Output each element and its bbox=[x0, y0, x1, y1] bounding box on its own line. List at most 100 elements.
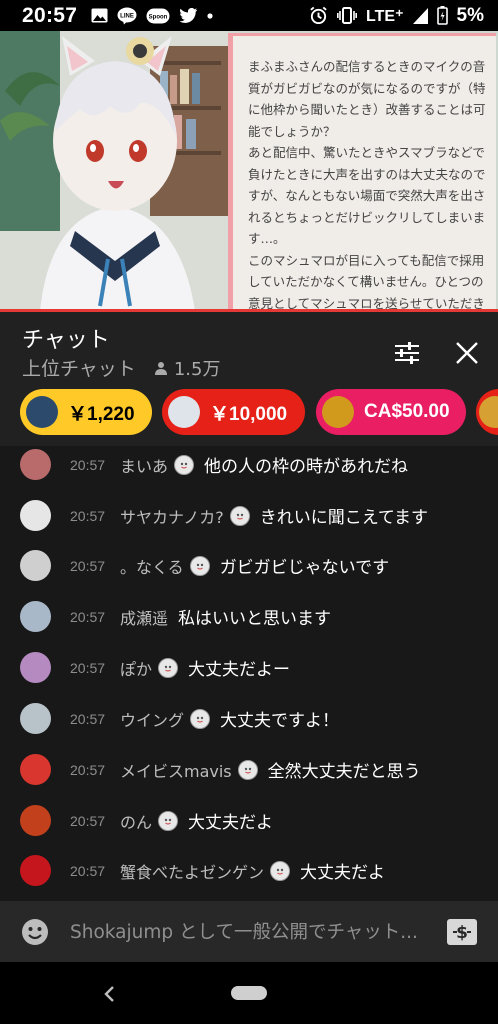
dollar-icon: $ bbox=[453, 923, 471, 942]
chat-timestamp: 20:57 bbox=[70, 761, 106, 778]
marshmallow-text: まふまふさんの配信するときのマイクの音質がガビガビなのが気になるのですが（特に他… bbox=[248, 59, 486, 309]
member-badge-icon bbox=[237, 759, 258, 780]
chat-timestamp: 20:57 bbox=[70, 456, 106, 473]
chat-avatar bbox=[20, 805, 51, 836]
emoji-button[interactable] bbox=[21, 918, 49, 946]
close-chat-button[interactable] bbox=[450, 336, 484, 370]
twitter-icon bbox=[179, 8, 198, 23]
chat-message: 大丈夫だよ bbox=[300, 863, 386, 883]
system-icons: LTE⁺ 5% bbox=[309, 5, 484, 27]
chat-row[interactable]: 20:57 ぽか 大丈夫だよー bbox=[0, 642, 498, 693]
chat-timestamp: 20:57 bbox=[70, 659, 106, 676]
battery-icon bbox=[436, 6, 448, 25]
chat-timestamp: 20:57 bbox=[70, 812, 106, 829]
chat-avatar bbox=[20, 652, 51, 683]
marshmallow-card: まふまふさんの配信するときのマイクの音質がガビガビなのが気になるのですが（特に他… bbox=[228, 33, 496, 309]
chat-author[interactable]: 蟹食べたよゼンゲン bbox=[120, 859, 264, 883]
chat-row[interactable]: 20:57 まいあ 他の人の枠の時があれだね bbox=[0, 446, 498, 490]
chat-avatar bbox=[20, 855, 51, 886]
chat-avatar bbox=[20, 601, 51, 632]
chat-row[interactable]: 20:57 サヤカナノカ? きれいに聞こえてます bbox=[0, 490, 498, 541]
chat-row[interactable]: 20:57 蟹食べたよゼンゲン 大丈夫だよ bbox=[0, 845, 498, 896]
chat-row[interactable]: 20:57 成瀬遥 私はいいと思います bbox=[0, 591, 498, 642]
chat-message: 他の人の枠の時があれだね bbox=[204, 457, 409, 477]
notification-icons: LINE Spoon bbox=[91, 7, 213, 25]
network-type: LTE⁺ bbox=[366, 7, 404, 25]
chat-message: 大丈夫ですよ！ bbox=[220, 711, 340, 731]
superchat-button[interactable]: $ bbox=[447, 919, 477, 945]
chat-message: きれいに聞こえてます bbox=[259, 508, 429, 528]
chat-title: チャット bbox=[22, 328, 110, 353]
chat-message: ガビガビじゃないです bbox=[219, 558, 390, 578]
chat-header: チャット 上位チャット 1.5万 bbox=[0, 312, 498, 388]
chat-author[interactable]: ぽか bbox=[120, 656, 152, 680]
chat-timestamp: 20:57 bbox=[70, 710, 106, 727]
member-badge-icon bbox=[158, 810, 179, 831]
chat-message: 大丈夫だよ bbox=[188, 813, 274, 833]
spoon-app-label: Spoon bbox=[149, 14, 168, 20]
chat-mode-label: 上位チャット bbox=[22, 358, 136, 380]
ticker-amount: ￥10,000 bbox=[210, 403, 288, 425]
chat-timestamp: 20:57 bbox=[70, 507, 106, 524]
chat-timestamp: 20:57 bbox=[70, 608, 106, 625]
signal-icon bbox=[412, 7, 428, 24]
ticker-amount: ￥1,220 bbox=[68, 403, 135, 425]
gallery-icon bbox=[91, 8, 108, 23]
chat-timestamp: 20:57 bbox=[70, 557, 106, 574]
chat-author[interactable]: 成瀬遥 bbox=[120, 605, 168, 629]
chat-row[interactable]: 20:57 ウイング 大丈夫ですよ！ bbox=[0, 693, 498, 744]
chat-message-list[interactable]: 20:57 まいあ 他の人の枠の時があれだね 20:57 サヤカナノカ? きれい… bbox=[0, 446, 498, 901]
member-badge-icon bbox=[229, 505, 250, 526]
chat-author[interactable]: まいあ bbox=[120, 453, 168, 477]
line-app-icon: LINE bbox=[117, 7, 137, 25]
chat-message: 全然大丈夫だと思う bbox=[267, 762, 421, 782]
close-icon bbox=[456, 342, 478, 364]
system-nav-bar bbox=[0, 962, 498, 1024]
home-pill-button[interactable] bbox=[231, 986, 267, 1000]
viewer-count: 1.5万 bbox=[154, 355, 220, 381]
ticker-avatar bbox=[26, 396, 58, 428]
member-badge-icon bbox=[174, 454, 195, 475]
vibrate-icon bbox=[337, 7, 358, 24]
ticker-item[interactable]: ￥1,220 bbox=[20, 389, 152, 435]
chat-author[interactable]: 。なくる bbox=[120, 554, 184, 578]
chat-avatar bbox=[20, 500, 51, 531]
video-player[interactable]: まふまふさんの配信するときのマイクの音質がガビガビなのが気になるのですが（特に他… bbox=[0, 31, 498, 311]
line-app-label: LINE bbox=[120, 13, 134, 19]
alarm-icon bbox=[309, 6, 328, 25]
chat-avatar bbox=[20, 703, 51, 734]
chat-author[interactable]: メイビスmavis bbox=[120, 758, 232, 782]
superchat-ticker: ￥1,220 ￥10,000 CA$50.00 bbox=[0, 388, 498, 446]
filter-settings-button[interactable] bbox=[390, 336, 424, 370]
ticker-avatar bbox=[168, 396, 200, 428]
ticker-avatar bbox=[322, 396, 354, 428]
chat-avatar bbox=[20, 449, 51, 480]
chat-row[interactable]: 20:57 。なくる ガビガビじゃないです bbox=[0, 540, 498, 591]
chat-mode-selector[interactable]: 上位チャット 1.5万 bbox=[22, 354, 220, 381]
svg-text:$: $ bbox=[456, 923, 468, 942]
smiley-icon bbox=[22, 919, 48, 945]
chevron-left-icon bbox=[104, 986, 114, 1002]
chat-input[interactable] bbox=[70, 915, 440, 949]
chat-author[interactable]: サヤカナノカ? bbox=[120, 504, 224, 528]
member-badge-icon bbox=[158, 657, 179, 678]
person-icon bbox=[154, 361, 167, 375]
stream-scene bbox=[0, 31, 228, 311]
ticker-item[interactable] bbox=[476, 389, 498, 435]
spoon-app-icon: Spoon bbox=[146, 8, 170, 24]
ticker-amount: CA$50.00 bbox=[364, 401, 450, 422]
chat-author[interactable]: のん bbox=[120, 809, 152, 833]
chat-avatar bbox=[20, 550, 51, 581]
back-button[interactable] bbox=[98, 982, 122, 1006]
ticker-item[interactable]: CA$50.00 bbox=[316, 389, 466, 435]
chat-row[interactable]: 20:57 メイビスmavis 全然大丈夫だと思う bbox=[0, 744, 498, 795]
chat-author[interactable]: ウイング bbox=[120, 707, 184, 731]
chat-message: 大丈夫だよー bbox=[188, 660, 291, 680]
chat-timestamp: 20:57 bbox=[70, 862, 106, 879]
status-time: 20:57 bbox=[22, 3, 78, 27]
status-bar: 20:57 LINE Spoon LTE⁺ 5% bbox=[0, 0, 498, 31]
chat-message: 私はいいと思います bbox=[178, 609, 332, 629]
chat-row[interactable]: 20:57 のん 大丈夫だよ bbox=[0, 795, 498, 846]
ticker-item[interactable]: ￥10,000 bbox=[162, 389, 305, 435]
sliders-icon bbox=[395, 342, 419, 364]
